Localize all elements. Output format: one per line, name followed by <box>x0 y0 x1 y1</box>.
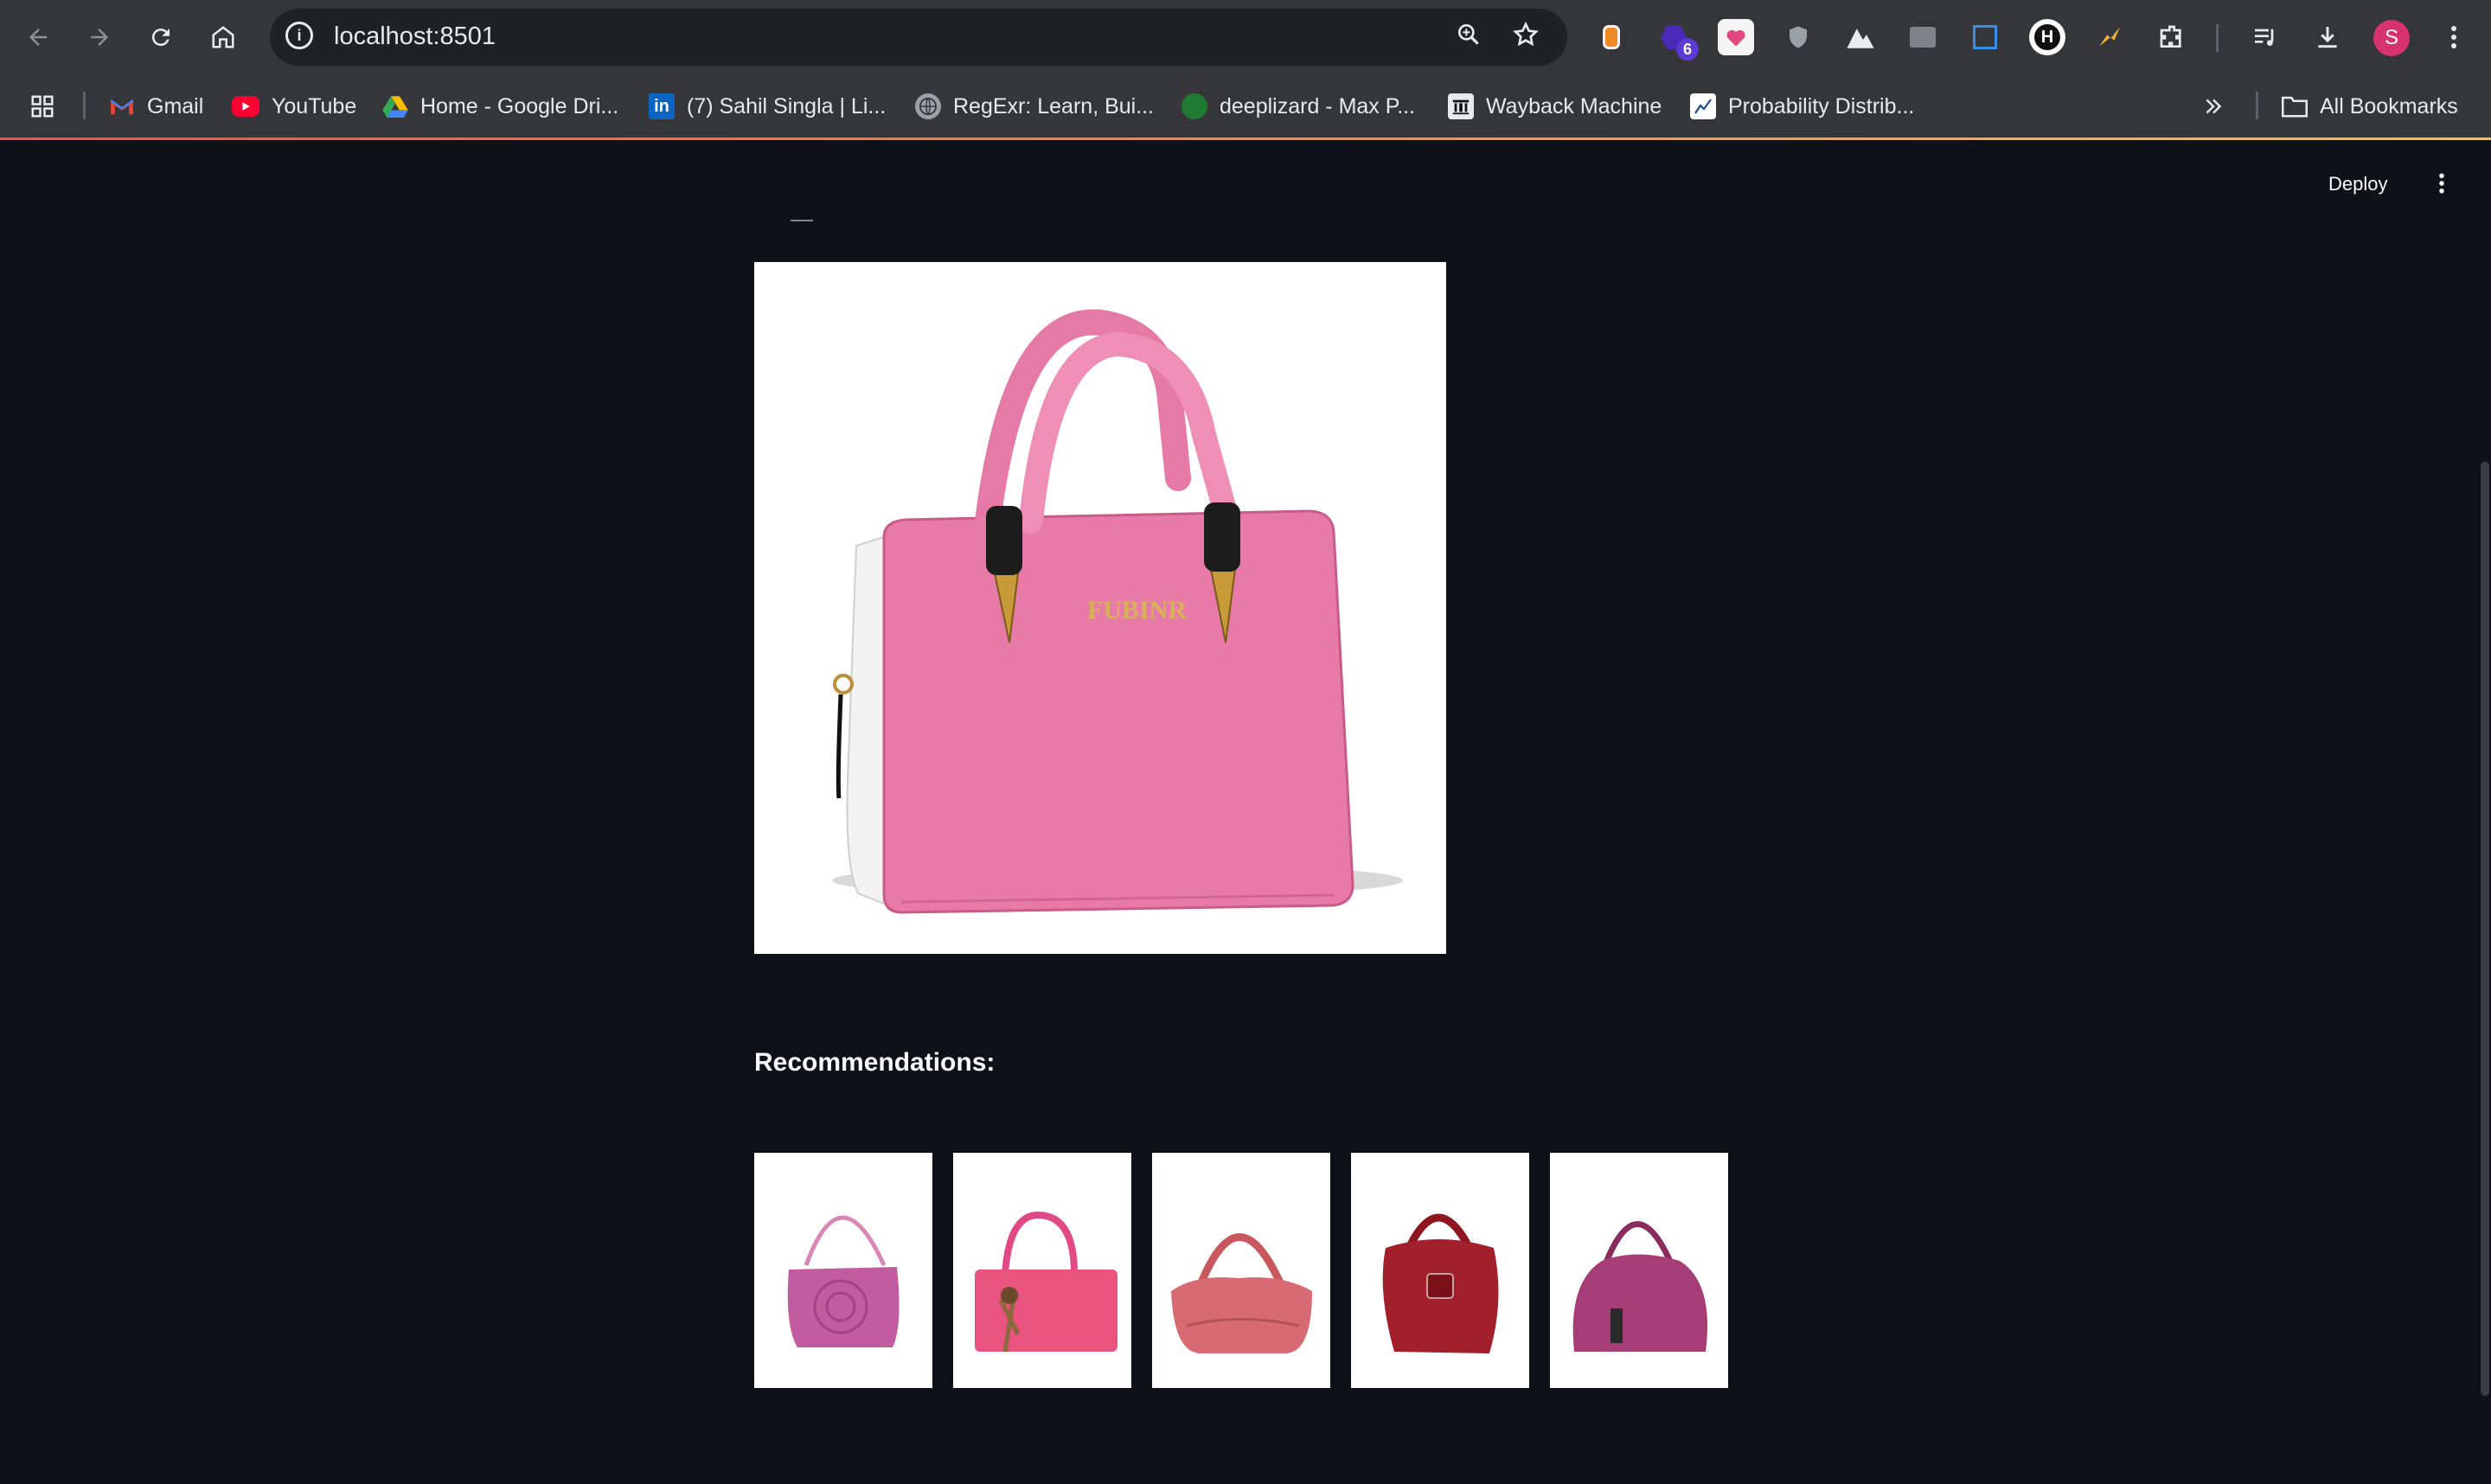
extension-hexagon-icon[interactable]: 6 <box>1655 19 1699 61</box>
profile-initial: S <box>2384 26 2398 49</box>
reload-icon[interactable] <box>142 18 180 56</box>
url-text[interactable]: localhost:8501 <box>334 22 496 51</box>
extension-bolt-icon[interactable] <box>2091 19 2128 55</box>
bookmark-wayback-machine[interactable]: Wayback Machine <box>1448 92 1662 121</box>
wayback-machine-icon <box>1448 93 1474 119</box>
media-icon[interactable] <box>2247 19 2283 55</box>
zoom-icon[interactable] <box>1451 21 1486 55</box>
bookmark-label: RegExr: Learn, Bui... <box>953 93 1155 118</box>
bookmark-label: Probability Distrib... <box>1728 93 1915 118</box>
deeplizard-icon <box>1181 93 1207 119</box>
plum-dome-bag-illustration <box>1572 1221 1707 1352</box>
deploy-button[interactable]: Deploy <box>2328 173 2387 195</box>
bookmark-gmail[interactable]: Gmail <box>109 92 203 121</box>
globe-icon <box>915 93 941 119</box>
address-bar[interactable]: i localhost:8501 <box>270 9 1567 66</box>
extension-orange-icon[interactable] <box>1593 19 1630 55</box>
chart-icon <box>1690 93 1716 119</box>
forward-icon[interactable] <box>80 18 118 56</box>
dark-red-hobo-bag-illustration <box>1382 1213 1499 1353</box>
recommendation-image-5 <box>1550 1153 1728 1388</box>
bookmark-google-drive[interactable]: Home - Google Dri... <box>382 92 618 121</box>
folder-icon <box>2282 93 2308 119</box>
extensions-icon[interactable] <box>2154 19 2190 55</box>
handbag-logo: FUBINR <box>1087 596 1187 624</box>
bookmark-youtube[interactable]: YouTube <box>232 92 356 121</box>
gmail-icon <box>109 93 135 119</box>
google-drive-icon <box>382 93 408 119</box>
pink-tote-bag-illustration <box>975 1212 1117 1353</box>
bookmark-linkedin[interactable]: in (7) Sahil Singla | Li... <box>649 92 886 121</box>
recommendation-image-2 <box>953 1153 1131 1388</box>
extension-capture-icon[interactable] <box>1967 19 2003 55</box>
recommendation-image-4 <box>1351 1153 1529 1388</box>
more-bookmarks-icon[interactable] <box>2202 92 2225 121</box>
extension-badge: 6 <box>1676 38 1699 61</box>
recommendation-image-1 <box>754 1153 932 1388</box>
recommendations-heading: Recommendations: <box>754 1048 996 1077</box>
extension-h-icon[interactable]: H <box>2029 19 2065 55</box>
recommendation-image-3 <box>1152 1153 1330 1388</box>
all-bookmarks-label: All Bookmarks <box>2320 93 2458 118</box>
uploaded-image: FUBINR <box>754 262 1446 954</box>
extension-shield-icon[interactable] <box>1780 19 1816 55</box>
bookmark-label: Wayback Machine <box>1486 93 1662 118</box>
bookmark-deeplizard[interactable]: deeplizard - Max P... <box>1181 92 1415 121</box>
star-icon[interactable] <box>1508 21 1543 55</box>
app-loading-bar <box>0 138 2491 140</box>
toolbar-divider <box>2216 24 2219 52</box>
salmon-pink-hobo-bag-illustration <box>1171 1233 1312 1353</box>
menu-icon[interactable] <box>2436 19 2472 55</box>
extension-heart-icon[interactable] <box>1718 19 1754 55</box>
apps-icon[interactable] <box>29 92 55 121</box>
bookmark-label: (7) Sahil Singla | Li... <box>687 93 887 118</box>
home-icon[interactable] <box>204 18 242 56</box>
youtube-icon <box>232 96 259 117</box>
app-menu-icon[interactable] <box>2429 170 2455 204</box>
bookmarks-bar: Gmail YouTube Home - Google Dri... in (7… <box>0 74 2491 138</box>
header-divider <box>791 220 813 221</box>
info-icon[interactable]: i <box>285 22 313 49</box>
linkedin-icon: in <box>649 93 675 119</box>
all-bookmarks[interactable]: All Bookmarks <box>2282 92 2458 121</box>
bookmark-label: Gmail <box>147 93 204 118</box>
bookmark-label: Home - Google Dri... <box>420 93 619 118</box>
bookmarks-divider <box>83 92 86 119</box>
bookmarks-divider <box>2256 92 2258 119</box>
page-scrollbar[interactable] <box>2481 462 2489 1396</box>
download-icon[interactable] <box>2309 19 2346 55</box>
extension-window-icon[interactable] <box>1905 19 1941 55</box>
browser-toolbar: i localhost:8501 6 H S <box>0 0 2491 74</box>
bookmark-probability-distributions[interactable]: Probability Distrib... <box>1690 92 1914 121</box>
extension-mountain-icon[interactable] <box>1842 19 1879 55</box>
back-icon[interactable] <box>19 18 57 56</box>
pink-shoulder-bag-illustration <box>787 1215 900 1347</box>
bookmark-regexr[interactable]: RegExr: Learn, Bui... <box>915 92 1154 121</box>
bookmark-label: deeplizard - Max P... <box>1220 93 1416 118</box>
profile-avatar[interactable]: S <box>2373 20 2410 56</box>
bookmark-label: YouTube <box>272 93 357 118</box>
pink-handbag-illustration: FUBINR <box>832 309 1403 914</box>
